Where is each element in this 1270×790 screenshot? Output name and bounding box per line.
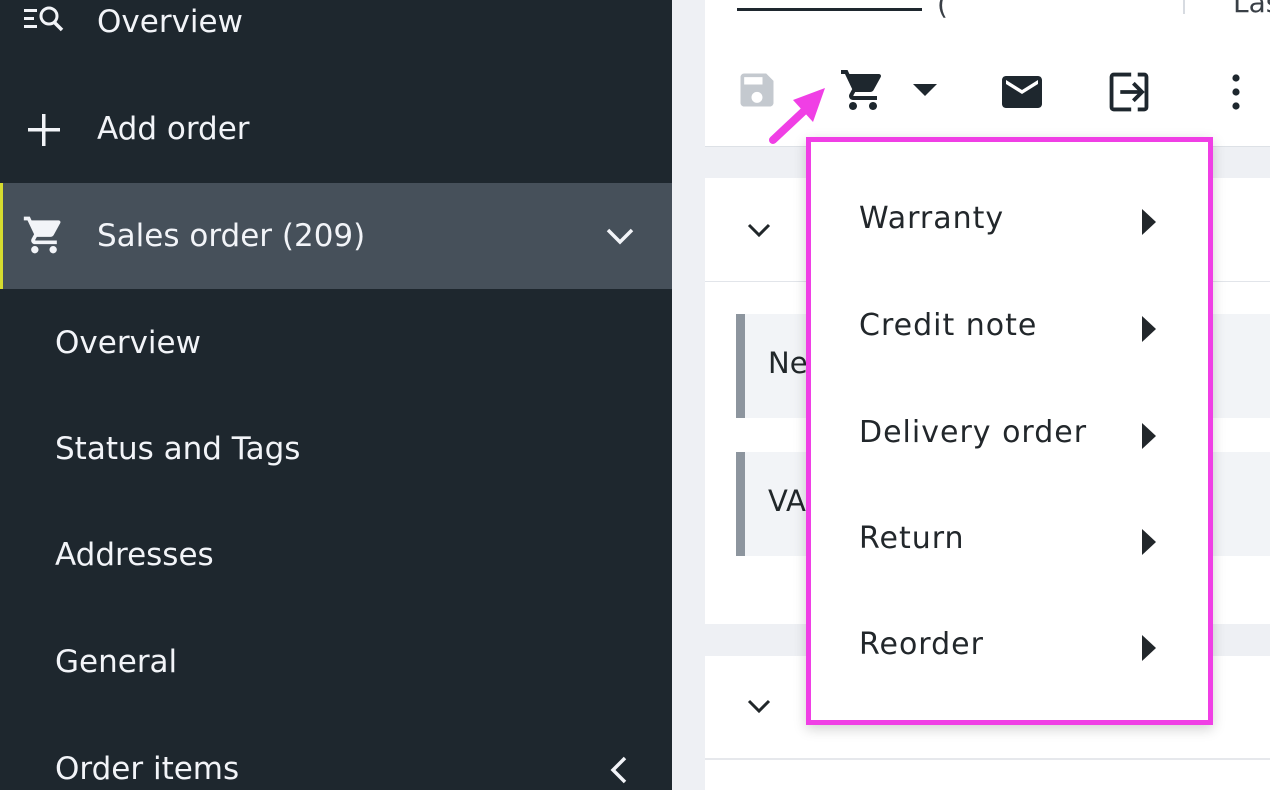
sidebar-subitem-label: Addresses bbox=[55, 537, 214, 573]
sidebar-item-label: Sales order (209) bbox=[97, 218, 366, 254]
search-list-icon bbox=[22, 0, 66, 44]
menu-item-warranty[interactable]: Warranty bbox=[811, 169, 1208, 275]
sidebar-item-overview[interactable]: Overview bbox=[0, 0, 672, 76]
chevron-down-icon[interactable] bbox=[600, 216, 640, 256]
menu-item-label: Return bbox=[859, 521, 965, 556]
sidebar: Overview Add order Sales order (209) Ove… bbox=[0, 0, 672, 790]
caret-down-icon[interactable] bbox=[911, 82, 939, 98]
menu-item-label: Warranty bbox=[859, 201, 1005, 236]
menu-item-label: Delivery order bbox=[859, 415, 1088, 450]
menu-item-delivery-order[interactable]: Delivery order bbox=[811, 383, 1208, 489]
sidebar-subitem-addresses[interactable]: Addresses bbox=[0, 502, 672, 608]
sidebar-item-label: Add order bbox=[97, 111, 250, 147]
sidebar-subitem-overview[interactable]: Overview bbox=[0, 290, 672, 396]
sidebar-subitem-label: Overview bbox=[55, 325, 201, 361]
menu-item-reorder[interactable]: Reorder bbox=[811, 595, 1208, 701]
sidebar-subitem-label: General bbox=[55, 644, 178, 680]
sidebar-subitem-order-items[interactable]: Order items bbox=[0, 715, 672, 790]
sidebar-subitem-general[interactable]: General bbox=[0, 608, 672, 714]
caret-right-icon bbox=[1138, 313, 1160, 345]
chevron-down-icon[interactable] bbox=[741, 212, 777, 248]
sidebar-subitem-label: Status and Tags bbox=[55, 431, 301, 467]
caret-right-icon bbox=[1138, 420, 1160, 452]
more-vertical-icon[interactable] bbox=[1230, 70, 1242, 114]
cart-dropdown-menu: Warranty Credit note Delivery order Retu… bbox=[806, 137, 1213, 725]
plus-icon bbox=[22, 108, 66, 152]
mail-icon[interactable] bbox=[998, 68, 1046, 116]
sidebar-item-label: Overview bbox=[97, 4, 243, 40]
export-icon[interactable] bbox=[1105, 68, 1153, 116]
cart-icon[interactable] bbox=[839, 66, 887, 114]
header-last-label: Last bbox=[1233, 0, 1270, 19]
chevron-down-icon[interactable] bbox=[741, 688, 777, 724]
sidebar-item-sales-order[interactable]: Sales order (209) bbox=[0, 183, 672, 289]
sidebar-subitem-label: Order items bbox=[55, 751, 240, 787]
divider bbox=[705, 758, 1270, 760]
caret-right-icon bbox=[1138, 526, 1160, 558]
chevron-left-icon[interactable] bbox=[600, 750, 640, 790]
sidebar-subitem-status-and-tags[interactable]: Status and Tags bbox=[0, 396, 672, 502]
menu-item-return[interactable]: Return bbox=[811, 489, 1208, 595]
header-bar: ( Last bbox=[705, 0, 1270, 38]
breadcrumb-link[interactable] bbox=[737, 0, 922, 11]
sidebar-item-add-order[interactable]: Add order bbox=[0, 76, 672, 182]
field-label: VA bbox=[768, 484, 806, 518]
field-label: Ne bbox=[768, 346, 808, 380]
menu-item-credit-note[interactable]: Credit note bbox=[811, 276, 1208, 382]
menu-item-label: Credit note bbox=[859, 308, 1038, 343]
header-paren-text: ( bbox=[937, 0, 950, 21]
caret-right-icon bbox=[1138, 206, 1160, 238]
cart-icon bbox=[22, 213, 66, 257]
caret-right-icon bbox=[1138, 632, 1160, 664]
menu-item-label: Reorder bbox=[859, 627, 984, 662]
header-divider bbox=[1183, 0, 1185, 14]
